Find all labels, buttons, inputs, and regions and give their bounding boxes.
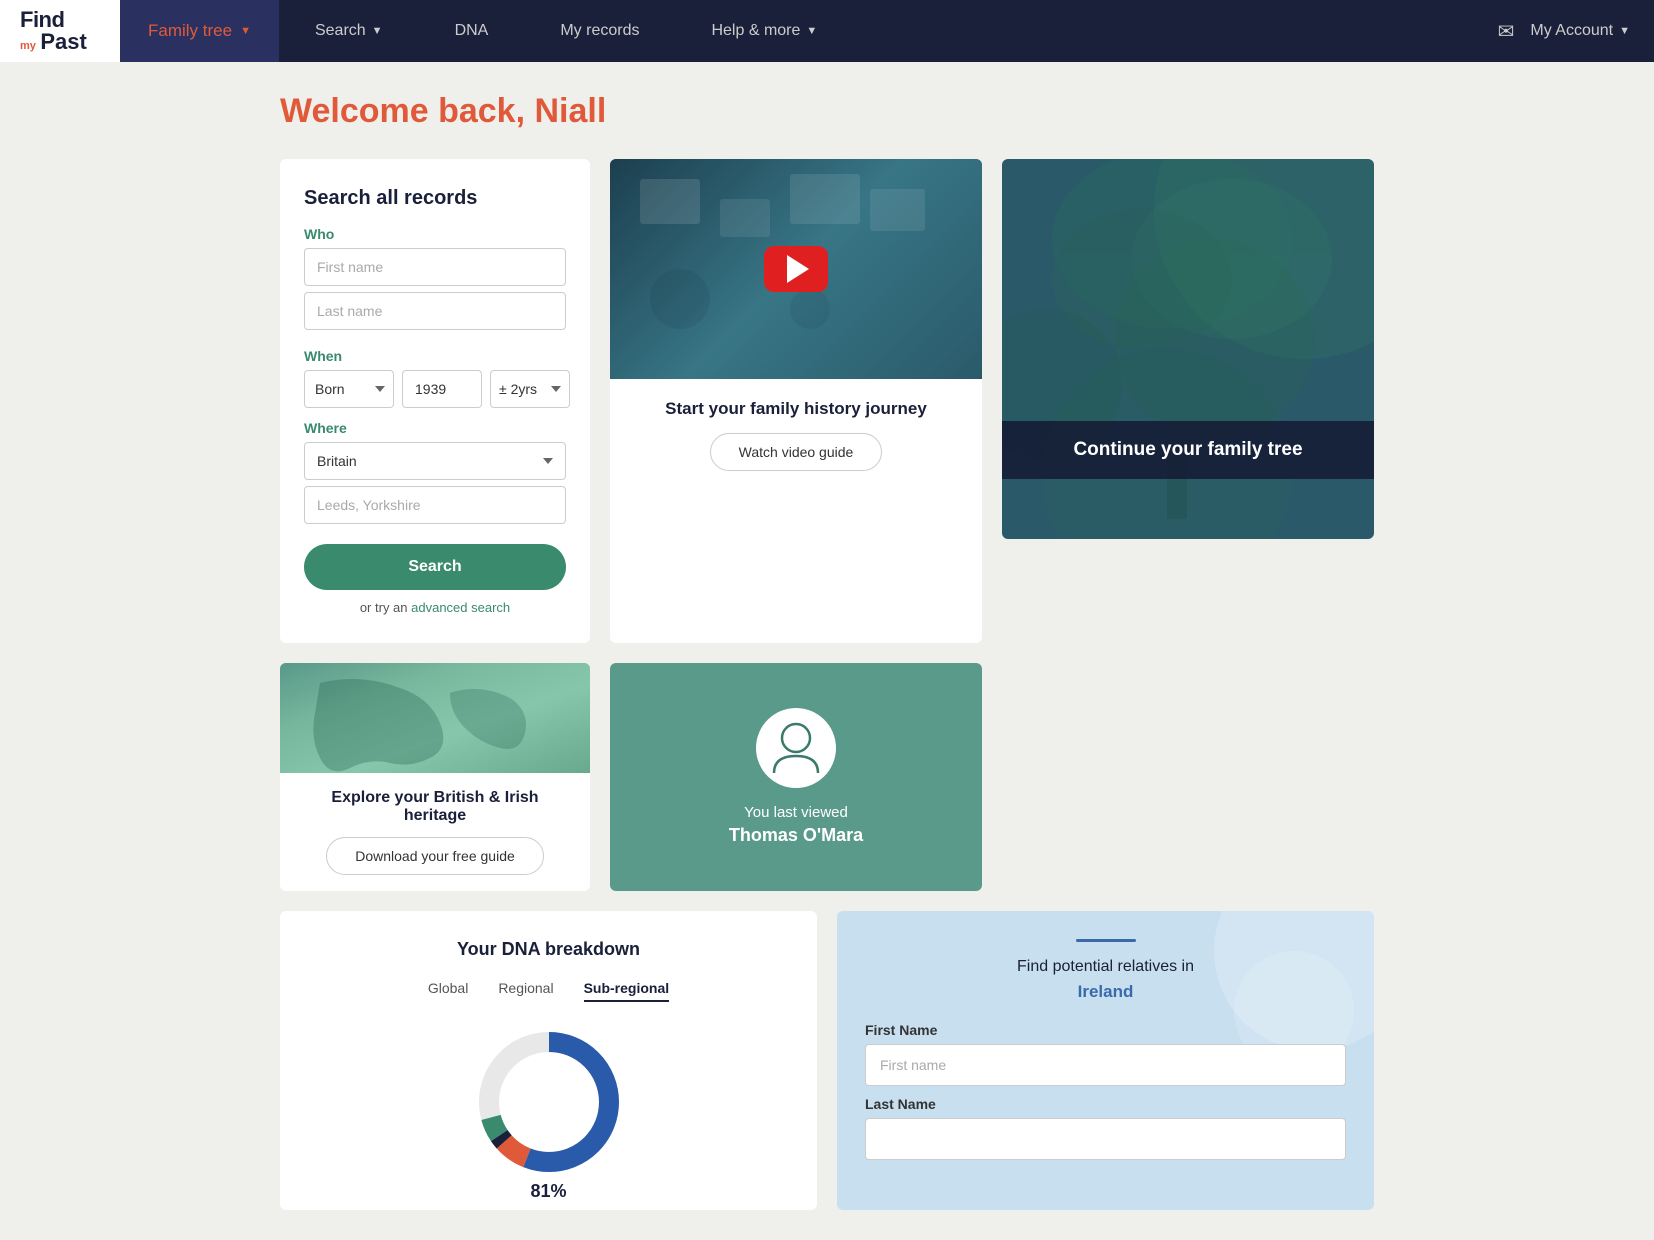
chevron-down-icon: ▼ xyxy=(806,25,817,37)
nav-dna[interactable]: DNA xyxy=(419,0,525,62)
relatives-card: Find potential relatives in Ireland Firs… xyxy=(837,911,1374,1210)
logo-past: Past xyxy=(40,29,86,54)
who-label: Who xyxy=(304,226,566,242)
donut-chart: 81% xyxy=(469,1022,629,1182)
search-card: Search all records Who When Born Died Ma… xyxy=(280,159,590,643)
range-select[interactable]: ± 1yr ± 2yrs ± 5yrs ± 10yrs xyxy=(490,370,570,408)
search-button[interactable]: Search xyxy=(304,544,566,590)
tab-subregional[interactable]: Sub-regional xyxy=(584,980,670,1002)
relatives-inner: Find potential relatives in Ireland Firs… xyxy=(865,939,1346,1170)
logo: Find my Past xyxy=(0,0,120,62)
first-name-input[interactable] xyxy=(304,248,566,286)
nav-help-more[interactable]: Help & more ▼ xyxy=(675,0,853,62)
last-viewed-label: You last viewed xyxy=(744,804,848,821)
donut-svg xyxy=(469,1022,629,1182)
person-avatar xyxy=(756,708,836,788)
advanced-link-row: or try an advanced search xyxy=(304,600,566,615)
relatives-tab-indicator xyxy=(1076,939,1136,942)
nav-links: Search ▼ DNA My records Help & more ▼ xyxy=(279,0,1498,62)
relatives-subtitle: Find potential relatives in xyxy=(865,958,1346,976)
relatives-last-name-input[interactable] xyxy=(865,1118,1346,1160)
dna-card: Your DNA breakdown Global Regional Sub-r… xyxy=(280,911,817,1210)
play-button[interactable] xyxy=(764,246,828,292)
download-guide-btn[interactable]: Download your free guide xyxy=(326,837,544,875)
relatives-country: Ireland xyxy=(865,982,1346,1002)
first-name-label: First Name xyxy=(865,1022,1346,1038)
nav-search[interactable]: Search ▼ xyxy=(279,0,419,62)
dna-tabs: Global Regional Sub-regional xyxy=(308,980,789,1002)
heritage-card: Explore your British & Irish heritage Do… xyxy=(280,663,590,891)
nav-bar: Find my Past Family tree ▼ Search ▼ DNA … xyxy=(0,0,1654,62)
relatives-tabs-row xyxy=(865,939,1346,942)
nav-my-records[interactable]: My records xyxy=(524,0,675,62)
heritage-thumbnail xyxy=(280,663,590,773)
logo-my: my xyxy=(20,40,36,52)
relatives-first-name-input[interactable] xyxy=(865,1044,1346,1086)
last-viewed-name: Thomas O'Mara xyxy=(729,825,863,846)
dna-section: Your DNA breakdown Global Regional Sub-r… xyxy=(280,911,1374,1210)
nav-family-tree[interactable]: Family tree ▼ xyxy=(120,0,279,62)
when-label: When xyxy=(304,348,566,364)
nav-right: ✉ My Account ▼ xyxy=(1498,19,1654,44)
family-tree-card[interactable]: Continue your family tree xyxy=(1002,159,1374,539)
main-content: Welcome back, Niall Search all records W… xyxy=(0,62,1654,1240)
play-triangle-icon xyxy=(787,255,809,283)
year-input[interactable] xyxy=(402,370,482,408)
watch-video-btn[interactable]: Watch video guide xyxy=(710,433,883,471)
tree-svg xyxy=(1002,159,1374,539)
heritage-title: Explore your British & Irish heritage xyxy=(300,789,570,825)
welcome-title: Welcome back, Niall xyxy=(280,92,1374,131)
mail-icon[interactable]: ✉ xyxy=(1498,19,1515,44)
search-card-heading: Search all records xyxy=(304,187,566,210)
last-viewed-card[interactable]: You last viewed Thomas O'Mara xyxy=(610,663,982,891)
video-card: Start your family history journey Watch … xyxy=(610,159,982,643)
donut-percent-label: 81% xyxy=(530,1181,566,1202)
born-select[interactable]: Born Died Married xyxy=(304,370,394,408)
bottom-grid: Explore your British & Irish heritage Do… xyxy=(280,663,1374,891)
video-card-title: Start your family history journey xyxy=(634,399,958,419)
where-label: Where xyxy=(304,420,566,436)
dna-title: Your DNA breakdown xyxy=(308,939,789,960)
country-select[interactable]: Britain Ireland USA Australia xyxy=(304,442,566,480)
last-name-input[interactable] xyxy=(304,292,566,330)
chevron-down-icon: ▼ xyxy=(240,25,251,37)
when-row: Born Died Married ± 1yr ± 2yrs ± 5yrs ± … xyxy=(304,370,566,408)
tab-regional[interactable]: Regional xyxy=(498,980,553,1002)
nav-my-account[interactable]: My Account ▼ xyxy=(1530,22,1630,40)
tree-card-label: Continue your family tree xyxy=(1002,421,1374,479)
nav-family-tree-label: Family tree xyxy=(148,21,232,41)
tab-global[interactable]: Global xyxy=(428,980,468,1002)
last-name-label: Last Name xyxy=(865,1096,1346,1112)
location-input[interactable] xyxy=(304,486,566,524)
chevron-down-icon: ▼ xyxy=(1619,25,1630,37)
video-card-body: Start your family history journey Watch … xyxy=(610,379,982,491)
tree-background xyxy=(1002,159,1374,539)
heritage-card-body: Explore your British & Irish heritage Do… xyxy=(280,773,590,891)
dna-chart: 81% xyxy=(308,1022,789,1182)
chevron-down-icon: ▼ xyxy=(372,25,383,37)
heritage-map-svg xyxy=(280,663,590,773)
video-thumbnail[interactable] xyxy=(610,159,982,379)
top-grid: Search all records Who When Born Died Ma… xyxy=(280,159,1374,643)
advanced-search-link[interactable]: advanced search xyxy=(411,600,510,615)
person-icon xyxy=(766,718,826,778)
